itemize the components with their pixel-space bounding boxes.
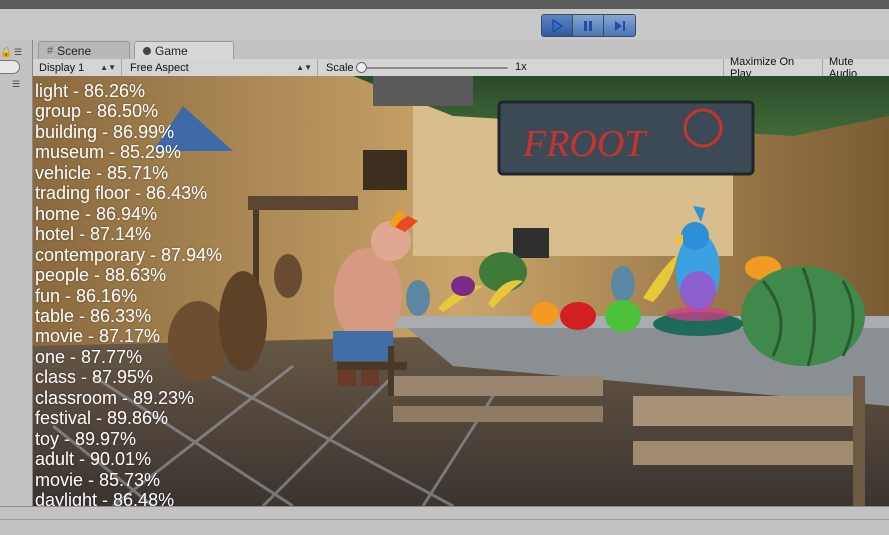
bottom-panel: [0, 506, 889, 535]
label-item: toy - 89.97%: [35, 428, 137, 449]
step-icon: [614, 20, 625, 31]
label-item: classroom - 89.23%: [35, 387, 195, 408]
game-viewport[interactable]: FROOT light - 86.26% group - 86.50% buil…: [33, 76, 889, 506]
label-item: table - 86.33%: [35, 305, 152, 326]
tab-scene[interactable]: # Scene: [38, 41, 130, 59]
label-item: trading floor - 86.43%: [35, 183, 208, 204]
label-item: daylight - 86.48%: [35, 490, 175, 506]
label-item: vehicle - 85.71%: [35, 162, 169, 183]
aspect-dropdown-label: Free Aspect: [130, 61, 189, 74]
tab-game-label: Game: [155, 43, 188, 58]
dropdown-arrow-icon: ▲▼: [100, 63, 116, 72]
lock-icon[interactable]: 🔒: [0, 47, 12, 58]
label-item: fun - 86.16%: [35, 285, 138, 306]
label-item: adult - 90.01%: [35, 449, 152, 470]
pause-icon: [584, 20, 592, 31]
tab-scene-label: Scene: [57, 43, 92, 58]
maximize-on-play-toggle[interactable]: Maximize On Play: [723, 56, 823, 80]
label-item: building - 86.99%: [35, 121, 175, 142]
step-button[interactable]: [604, 15, 635, 36]
top-toolbar: [0, 0, 889, 40]
panel-menu-icon[interactable]: ☰: [12, 79, 20, 90]
scale-slider-handle[interactable]: [356, 62, 367, 73]
mute-audio-toggle[interactable]: Mute Audio: [823, 56, 889, 80]
tab-game[interactable]: Game: [134, 41, 234, 59]
left-panel-strip: [0, 40, 33, 506]
bottom-divider: [0, 519, 889, 520]
label-item: light - 86.26%: [35, 81, 146, 101]
label-item: people - 88.63%: [35, 265, 167, 286]
aspect-dropdown[interactable]: Free Aspect ▲▼: [124, 59, 318, 76]
hierarchy-search-field[interactable]: [0, 60, 20, 74]
scale-slider-track[interactable]: [360, 67, 508, 69]
scale-label: Scale: [326, 61, 354, 74]
game-view-toolbar: Display 1 ▲▼ Free Aspect ▲▼ Scale 1x Max…: [33, 56, 889, 80]
pause-button[interactable]: [573, 15, 604, 36]
display-dropdown[interactable]: Display 1 ▲▼: [33, 59, 122, 76]
display-dropdown-label: Display 1: [39, 61, 85, 74]
game-controller-icon: [143, 46, 151, 55]
label-item: class - 87.95%: [35, 367, 154, 388]
label-item: one - 87.77%: [35, 346, 143, 367]
panel-menu-icon[interactable]: ☰: [14, 47, 22, 58]
label-item: movie - 87.17%: [35, 326, 161, 347]
froot-sign-text: FROOT: [522, 123, 648, 165]
label-item: group - 86.50%: [35, 101, 159, 122]
classification-labels: light - 86.26% group - 86.50% building -…: [35, 81, 222, 506]
label-item: festival - 89.86%: [35, 408, 169, 429]
scale-control: Scale 1x: [320, 59, 756, 76]
playback-controls: [541, 14, 636, 37]
label-item: movie - 85.73%: [35, 469, 161, 490]
grid-icon: #: [47, 44, 54, 57]
label-item: hotel - 87.14%: [35, 224, 152, 245]
label-item: home - 86.94%: [35, 203, 158, 224]
dropdown-arrow-icon: ▲▼: [296, 63, 312, 72]
label-item: museum - 85.29%: [35, 142, 182, 163]
play-icon: [552, 18, 563, 33]
scale-value: 1x: [515, 61, 527, 73]
play-button[interactable]: [542, 15, 573, 36]
label-item: contemporary - 87.94%: [35, 244, 223, 265]
